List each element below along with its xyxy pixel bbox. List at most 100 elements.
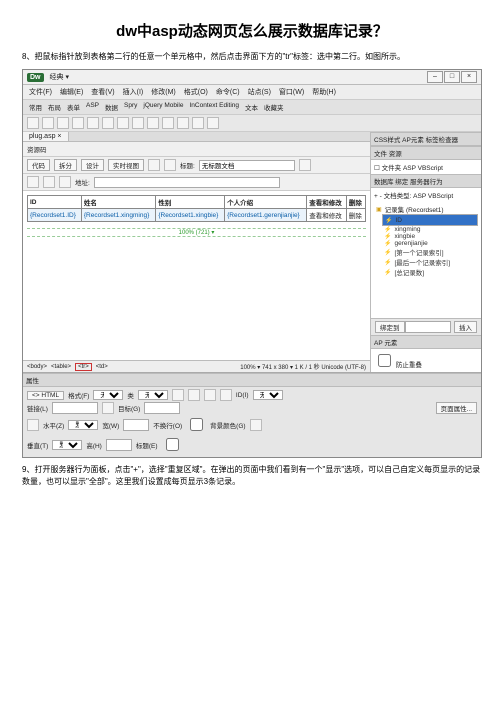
toolbar-icon[interactable] <box>117 117 129 129</box>
th-intro[interactable]: 个人介绍 <box>225 196 307 209</box>
view-live-button[interactable]: 实时视图 <box>108 159 144 171</box>
tab-ice[interactable]: InContext Editing <box>190 102 240 112</box>
title-input[interactable] <box>199 160 295 171</box>
toolbar-icon[interactable] <box>207 117 219 129</box>
design-canvas[interactable]: ID 姓名 性别 个人介绍 查看和修改 删除 {Recordset1.ID} {… <box>23 191 370 360</box>
prevent-overlap-check[interactable]: 防止重叠 <box>374 362 422 369</box>
td-id[interactable]: {Recordset1.ID} <box>28 209 82 222</box>
binding-last-index[interactable]: ⚡[最后一个记录索引] <box>382 257 478 267</box>
class-select[interactable]: 无 <box>138 390 168 400</box>
tab-layout[interactable]: 布局 <box>48 102 61 112</box>
bind-target-input[interactable] <box>405 321 451 333</box>
target-input[interactable] <box>144 402 180 414</box>
toolbar-icon[interactable] <box>192 117 204 129</box>
binding-first-index[interactable]: ⚡[第一个记录索引] <box>382 247 478 257</box>
db-panel-tabs[interactable]: 数据库 绑定 服务器行为 <box>371 174 481 188</box>
tab-spry[interactable]: Spry <box>124 102 137 112</box>
horiz-select[interactable]: 默认 <box>68 420 98 430</box>
address-input[interactable] <box>94 177 280 188</box>
tag-tr-selected[interactable]: <tr> <box>75 363 92 371</box>
menu-edit[interactable]: 编辑(E) <box>60 87 83 97</box>
tag-table[interactable]: <table> <box>51 364 71 370</box>
data-table[interactable]: ID 姓名 性别 个人介绍 查看和修改 删除 {Recordset1.ID} {… <box>27 195 366 222</box>
files-panel-tabs[interactable]: 文件 资源 <box>371 146 481 160</box>
italic-icon[interactable] <box>188 389 200 401</box>
td-delete[interactable]: 删除 <box>346 209 365 222</box>
db-doctype[interactable]: + - 文档类型: ASP VBScript <box>371 188 481 202</box>
menu-window[interactable]: 窗口(W) <box>279 87 304 97</box>
th-gender[interactable]: 性别 <box>156 196 225 209</box>
toolbar-icon[interactable] <box>102 117 114 129</box>
layout-dropdown[interactable]: 经典 ▾ <box>50 72 69 82</box>
close-button[interactable]: × <box>461 71 477 83</box>
binding-total[interactable]: ⚡[总记录数] <box>382 267 478 277</box>
page-props-button[interactable]: 页面属性... <box>436 402 477 414</box>
doc-tab-plug[interactable]: plug.asp × <box>23 132 69 141</box>
format-select[interactable]: 无 <box>93 390 123 400</box>
prevent-overlap-checkbox[interactable] <box>378 354 391 367</box>
nowrap-checkbox[interactable] <box>190 418 203 431</box>
menu-insert[interactable]: 插入(I) <box>123 87 144 97</box>
bind-to-button[interactable]: 绑定到 <box>375 321 405 333</box>
vert-select[interactable]: 默认 <box>52 440 82 450</box>
toolbar-icon[interactable] <box>299 159 311 171</box>
header-checkbox[interactable] <box>166 438 179 451</box>
css-panel-tabs[interactable]: CSS样式 AP元素 标签检查器 <box>371 132 481 146</box>
props-html-tab[interactable]: <> HTML <box>27 391 64 400</box>
th-delete[interactable]: 删除 <box>346 196 365 209</box>
view-design-button[interactable]: 设计 <box>81 159 104 171</box>
th-viewedit[interactable]: 查看和修改 <box>307 196 347 209</box>
menu-format[interactable]: 格式(O) <box>184 87 208 97</box>
maximize-button[interactable]: □ <box>444 71 460 83</box>
toolbar-icon[interactable] <box>57 117 69 129</box>
width-input[interactable] <box>123 419 149 431</box>
ap-panel-header[interactable]: AP 元素 <box>371 335 481 349</box>
toolbar-icon[interactable] <box>132 117 144 129</box>
tab-jquery[interactable]: jQuery Mobile <box>143 102 183 112</box>
binding-gerenjianjie[interactable]: ⚡gerenjianjie <box>382 240 478 247</box>
height-input[interactable] <box>106 439 132 451</box>
tag-body[interactable]: <body> <box>27 364 47 370</box>
minimize-button[interactable]: – <box>427 71 443 83</box>
tab-form[interactable]: 表单 <box>67 102 80 112</box>
view-split-button[interactable]: 拆分 <box>54 159 77 171</box>
menu-site[interactable]: 站点(S) <box>248 87 271 97</box>
toolbar-icon[interactable] <box>147 117 159 129</box>
tab-asp[interactable]: ASP <box>86 102 99 112</box>
nav-back-icon[interactable] <box>27 176 39 188</box>
menu-help[interactable]: 帮助(H) <box>312 87 336 97</box>
files-dropdown[interactable]: ☐ 文件夹 ASP VBScript <box>371 160 481 174</box>
toolbar-icon[interactable] <box>72 117 84 129</box>
home-icon[interactable] <box>59 176 71 188</box>
tab-fav[interactable]: 收藏夹 <box>264 102 284 112</box>
list-icon[interactable] <box>220 389 232 401</box>
tab-data[interactable]: 数据 <box>105 102 118 112</box>
th-name[interactable]: 姓名 <box>81 196 155 209</box>
menu-command[interactable]: 命令(C) <box>216 87 240 97</box>
nav-fwd-icon[interactable] <box>43 176 55 188</box>
menu-file[interactable]: 文件(F) <box>29 87 52 97</box>
td-name[interactable]: {Recordset1.xingming} <box>81 209 155 222</box>
td-intro[interactable]: {Recordset1.gerenjianjie} <box>225 209 307 222</box>
insert-button[interactable]: 插入 <box>454 321 477 333</box>
tab-common[interactable]: 常用 <box>29 102 42 112</box>
binding-xingming[interactable]: ⚡xingming <box>382 226 478 233</box>
toolbar-icon[interactable] <box>164 159 176 171</box>
menu-modify[interactable]: 修改(M) <box>151 87 176 97</box>
bold-icon[interactable] <box>172 389 184 401</box>
th-id[interactable]: ID <box>28 196 82 209</box>
list-icon[interactable] <box>204 389 216 401</box>
td-viewedit[interactable]: 查看和修改 <box>307 209 347 222</box>
tag-td[interactable]: <td> <box>96 364 108 370</box>
toolbar-icon[interactable] <box>177 117 189 129</box>
recordset-root[interactable]: ▣ 记录集 (Recordset1) <box>374 204 478 214</box>
binding-xingbie[interactable]: ⚡xingbie <box>382 233 478 240</box>
toolbar-icon[interactable] <box>162 117 174 129</box>
id-select[interactable]: 无 <box>253 390 283 400</box>
binding-id[interactable]: ⚡ID <box>382 214 478 226</box>
toolbar-icon[interactable] <box>87 117 99 129</box>
link-input[interactable] <box>52 402 98 414</box>
toolbar-icon[interactable] <box>42 117 54 129</box>
toolbar-icon[interactable] <box>27 117 39 129</box>
td-gender[interactable]: {Recordset1.xingbie} <box>156 209 225 222</box>
